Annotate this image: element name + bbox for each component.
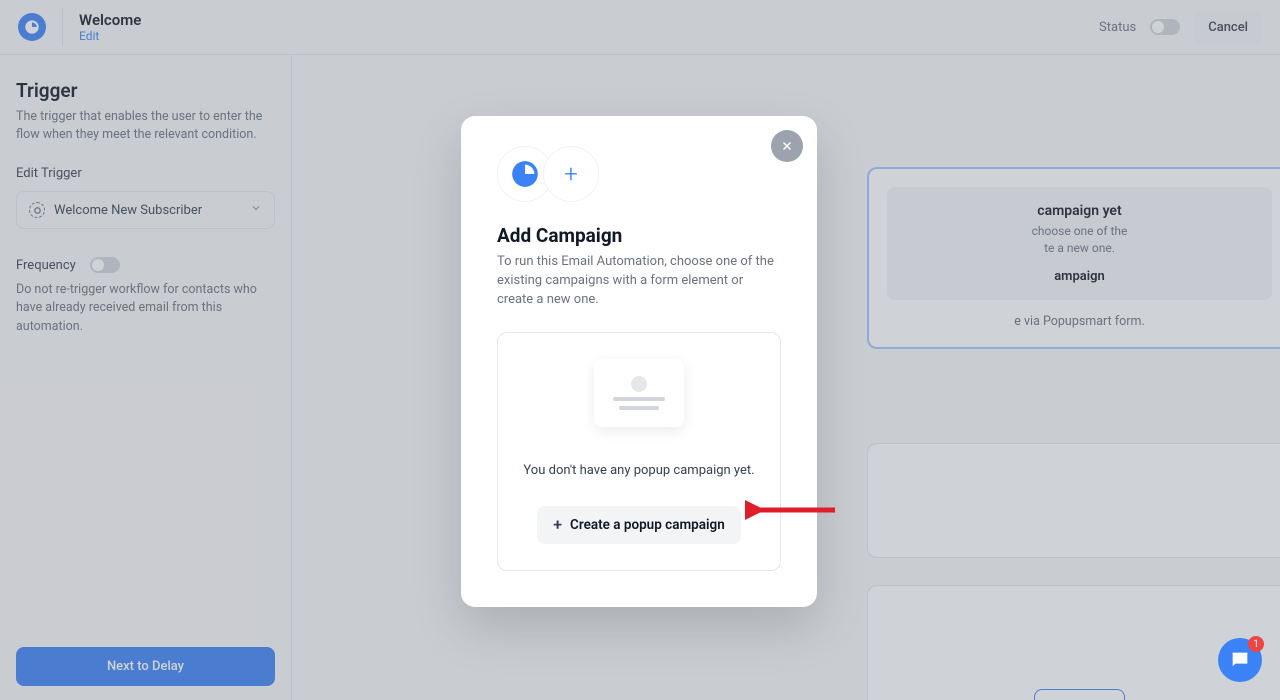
modal-empty-text: You don't have any popup campaign yet. xyxy=(516,463,762,478)
placeholder-card-icon xyxy=(594,359,684,427)
modal-title: Add Campaign xyxy=(497,224,781,247)
chat-badge: 1 xyxy=(1248,636,1264,652)
modal-desc: To run this Email Automation, choose one… xyxy=(497,253,781,310)
add-campaign-modal: + Add Campaign To run this Email Automat… xyxy=(461,116,817,607)
create-button-label: Create a popup campaign xyxy=(570,517,725,533)
close-icon[interactable] xyxy=(771,130,803,162)
modal-empty-box: You don't have any popup campaign yet. +… xyxy=(497,332,781,571)
plus-icon: + xyxy=(543,146,599,202)
create-popup-campaign-button[interactable]: + Create a popup campaign xyxy=(537,506,741,544)
modal-icon-row: + xyxy=(497,146,781,202)
plus-small-icon: + xyxy=(553,517,562,533)
chat-launcher[interactable]: 1 xyxy=(1218,638,1262,682)
